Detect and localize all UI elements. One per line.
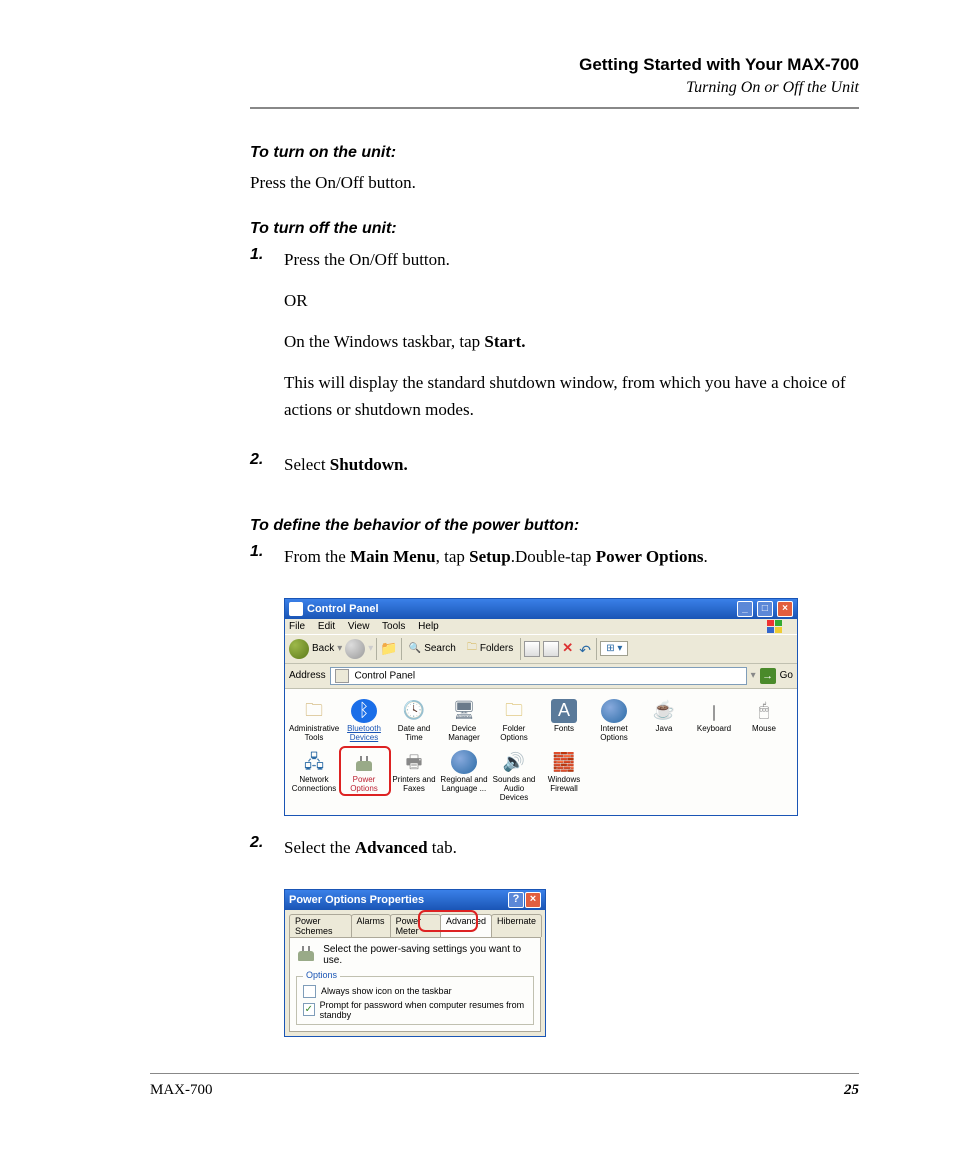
cp-item-keyboard[interactable]: Keyboard [689, 697, 739, 749]
tab-power-schemes[interactable]: Power Schemes [289, 914, 352, 937]
step-text: OR [284, 287, 859, 314]
step-number: 1. [250, 246, 284, 264]
address-bar: Address Control Panel ▾ → Go [285, 664, 797, 689]
folders-icon: 🗀 [467, 640, 477, 657]
app-icon [289, 602, 303, 616]
cp-item-internet-options[interactable]: Internet Options [589, 697, 639, 749]
close-button[interactable]: × [777, 601, 793, 617]
checkbox-prompt-password[interactable]: ✓ Prompt for password when computer resu… [303, 1000, 527, 1020]
maximize-button[interactable]: □ [757, 601, 773, 617]
up-button-icon[interactable]: 📁 [380, 640, 397, 657]
menu-help[interactable]: Help [418, 621, 439, 632]
cp-item-printers[interactable]: 🖶Printers and Faxes [389, 748, 439, 808]
cp-item-network[interactable]: 🖧Network Connections [289, 748, 339, 808]
step-text: From the Main Menu, tap Setup.Double-tap… [284, 543, 859, 570]
cp-item-sounds[interactable]: 🔊Sounds and Audio Devices [489, 748, 539, 808]
menu-tools[interactable]: Tools [382, 621, 405, 632]
header-rule [250, 107, 859, 109]
views-button[interactable]: ⊞ ▾ [600, 641, 628, 656]
search-button[interactable]: 🔍 Search [405, 642, 460, 655]
tab-strip: Power Schemes Alarms Power Meter Advance… [285, 910, 545, 937]
step-text: Select Shutdown. [284, 451, 859, 478]
section-title: Turning On or Off the Unit [250, 79, 859, 97]
cp-item-device-manager[interactable]: 🖥Device Manager [439, 697, 489, 749]
intro-text: Select the power-saving settings you wan… [323, 944, 534, 966]
power-button-step-1: 1. From the Main Menu, tap Setup.Double-… [250, 543, 859, 584]
screenshot-power-options: Power Options Properties ? × Power Schem… [284, 889, 546, 1037]
back-button-icon[interactable] [289, 639, 309, 659]
cp-item-firewall[interactable]: 🧱Windows Firewall [539, 748, 589, 808]
page-number: 25 [844, 1082, 859, 1099]
heading-turn-on: To turn on the unit: [250, 144, 859, 162]
cp-item-regional[interactable]: Regional and Language ... [439, 748, 489, 808]
checkbox-icon [303, 985, 316, 998]
close-button[interactable]: × [525, 892, 541, 908]
options-group: Options Always show icon on the taskbar … [296, 976, 534, 1025]
window-title: Power Options Properties [289, 894, 508, 906]
step-text: This will display the standard shutdown … [284, 369, 859, 423]
menu-edit[interactable]: Edit [318, 621, 335, 632]
folders-button[interactable]: 🗀 Folders [463, 639, 517, 658]
turn-off-step-2: 2. Select Shutdown. [250, 451, 859, 492]
undo-icon[interactable]: ↶ [579, 642, 593, 656]
help-button[interactable]: ? [508, 892, 524, 908]
checkbox-show-icon[interactable]: Always show icon on the taskbar [303, 985, 527, 998]
menu-view[interactable]: View [348, 621, 370, 632]
move-to-icon[interactable] [524, 641, 540, 657]
step-number: 2. [250, 834, 284, 852]
body-turn-on: Press the On/Off button. [250, 170, 859, 196]
cp-item-mouse[interactable]: 🖱Mouse [739, 697, 789, 749]
footer-rule [150, 1073, 859, 1074]
checkbox-icon: ✓ [303, 1003, 315, 1016]
toolbar: Back ▾ ▾ 📁 🔍 Search 🗀 Folders ✕ [285, 634, 797, 664]
power-button-step-2: 2. Select the Advanced tab. [250, 834, 859, 875]
go-button-label[interactable]: Go [780, 670, 793, 681]
step-number: 1. [250, 543, 284, 561]
footer-product: MAX-700 [150, 1082, 213, 1099]
group-legend: Options [303, 970, 340, 980]
tab-hibernate[interactable]: Hibernate [491, 914, 542, 937]
address-field[interactable]: Control Panel [330, 667, 747, 685]
power-plug-icon [296, 945, 315, 965]
menu-bar: File Edit View Tools Help [285, 619, 797, 634]
step-text: Select the Advanced tab. [284, 834, 859, 861]
cp-item-admin-tools[interactable]: 🗀Administrative Tools [289, 697, 339, 749]
red-highlight-icon [339, 746, 391, 796]
cp-item-java[interactable]: ☕Java [639, 697, 689, 749]
address-label: Address [289, 670, 326, 681]
checkbox-label: Always show icon on the taskbar [321, 986, 452, 996]
chapter-title: Getting Started with Your MAX-700 [250, 55, 859, 75]
step-text: On the Windows taskbar, tap Start. [284, 328, 859, 355]
checkbox-label: Prompt for password when computer resume… [320, 1000, 527, 1020]
menu-file[interactable]: File [289, 621, 305, 632]
step-number: 2. [250, 451, 284, 469]
delete-icon[interactable]: ✕ [562, 642, 576, 656]
screenshot-control-panel: Control Panel _ □ × File Edit View Tools… [284, 598, 798, 816]
control-panel-content: 🗀Administrative Tools ᛒBluetooth Devices… [285, 689, 797, 815]
tab-body: Select the power-saving settings you wan… [289, 937, 541, 1032]
cp-item-fonts[interactable]: AFonts [539, 697, 589, 749]
search-icon: 🔍 [409, 643, 421, 654]
tab-alarms[interactable]: Alarms [351, 914, 391, 937]
back-button-label[interactable]: Back [312, 643, 334, 654]
red-highlight-icon [418, 910, 478, 932]
window-titlebar: Power Options Properties ? × [285, 890, 545, 910]
window-title: Control Panel [307, 603, 736, 615]
windows-flag-icon [767, 620, 783, 634]
step-text: Press the On/Off button. [284, 246, 859, 273]
minimize-button[interactable]: _ [737, 601, 753, 617]
heading-power-button: To define the behavior of the power butt… [250, 517, 859, 535]
cp-item-power-options[interactable]: Power Options [339, 748, 389, 808]
turn-off-step-1: 1. Press the On/Off button. OR On the Wi… [250, 246, 859, 438]
cp-item-folder-options[interactable]: 🗀Folder Options [489, 697, 539, 749]
page-header: Getting Started with Your MAX-700 Turnin… [250, 55, 859, 109]
cp-item-date-time[interactable]: 🕓Date and Time [389, 697, 439, 749]
page-footer: MAX-700 25 [150, 1073, 859, 1099]
cp-item-bluetooth[interactable]: ᛒBluetooth Devices [339, 697, 389, 749]
heading-turn-off: To turn off the unit: [250, 220, 859, 238]
forward-button-icon [345, 639, 365, 659]
copy-to-icon[interactable] [543, 641, 559, 657]
go-button-icon[interactable]: → [760, 668, 776, 684]
window-titlebar: Control Panel _ □ × [285, 599, 797, 619]
